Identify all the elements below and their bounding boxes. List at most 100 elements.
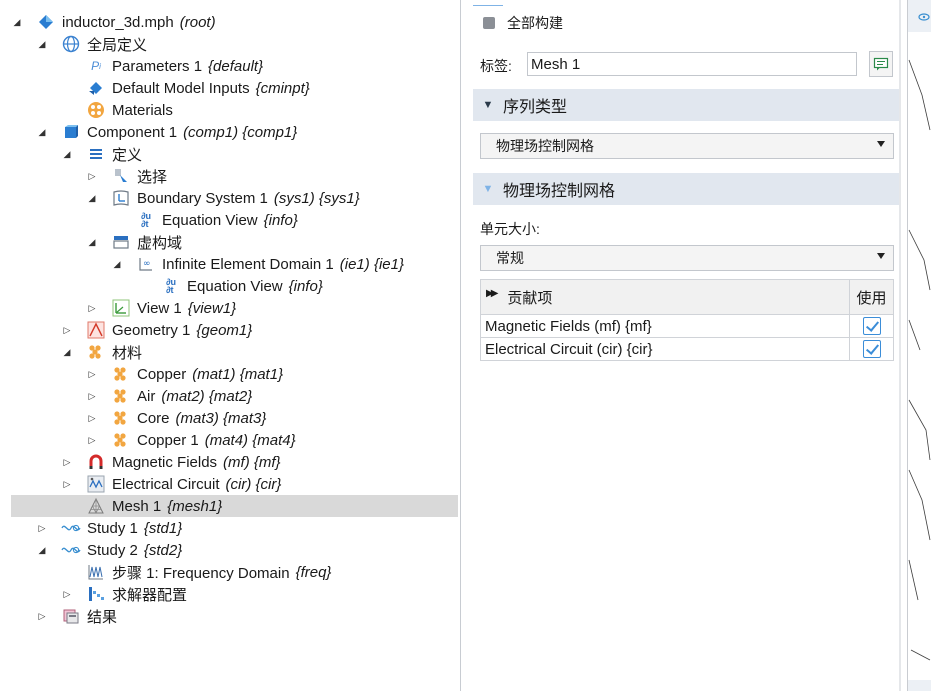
physics-mesh-section-header[interactable]: ▼ 物理场控制网格: [473, 173, 901, 205]
expand-icon[interactable]: ▷: [86, 302, 98, 314]
tree-node-mesh[interactable]: Mesh 1 {mesh1}: [11, 495, 458, 517]
use-checkbox[interactable]: [862, 340, 881, 359]
tree-node-view[interactable]: ▷ View 1 {view1}: [11, 297, 458, 319]
tree-node-study2[interactable]: ◢ Study 2 {std2}: [11, 539, 458, 561]
tree-label: Equation View: [162, 211, 258, 229]
fast-forward-icon: ▶▶: [486, 287, 499, 299]
equation-view-icon: ∂u ∂t: [166, 277, 176, 295]
tree-tag: {view1}: [187, 299, 237, 317]
collapse-icon[interactable]: ◢: [36, 38, 48, 50]
tree-node-materials[interactable]: ◢ 材料: [11, 341, 458, 363]
expand-icon[interactable]: ▷: [61, 456, 73, 468]
tree-label: Study 1: [87, 519, 138, 537]
collapse-icon[interactable]: ◢: [36, 126, 48, 138]
tree-tag: {cminpt}: [255, 79, 310, 97]
expand-icon[interactable]: ▷: [86, 170, 98, 182]
element-size-dropdown[interactable]: 常规: [480, 245, 894, 271]
collapse-icon[interactable]: ◢: [86, 192, 98, 204]
expand-icon[interactable]: ▷: [86, 390, 98, 402]
table-row[interactable]: Electrical Circuit (cir) {cir}: [480, 337, 894, 361]
collapse-icon[interactable]: ◢: [11, 16, 23, 28]
tree-node-mat4[interactable]: ▷ Copper 1 (mat4) {mat4}: [11, 429, 458, 451]
tree-node-materials-global[interactable]: Materials: [11, 99, 458, 121]
tree-node-electrical-circuit[interactable]: ▷ Electrical Circuit (cir) {cir}: [11, 473, 458, 495]
tree-label: Equation View: [187, 277, 283, 295]
tree-label: Study 2: [87, 541, 138, 559]
col-label: 使用: [856, 289, 887, 307]
tree-node-equation-view-1[interactable]: ∂u ∂t Equation View {info}: [11, 209, 458, 231]
table-row[interactable]: Magnetic Fields (mf) {mf}: [480, 314, 894, 338]
build-all-button[interactable]: 全部构建: [483, 12, 563, 34]
tree-node-virtual-domain[interactable]: ◢ 虚构域: [11, 231, 458, 253]
tree-node-solver-config[interactable]: ▷ 求解器配置: [11, 583, 458, 605]
tree-label: Air: [137, 387, 156, 405]
tree-node-geometry[interactable]: ▷ Geometry 1 {geom1}: [11, 319, 458, 341]
col-label: 贡献项: [507, 289, 553, 307]
model-builder-tree: ◢ inductor_3d.mph (root) ◢ 全局定义 Pi Param…: [0, 0, 461, 691]
label-field[interactable]: Mesh 1: [527, 52, 857, 76]
label-edit-icon: [873, 57, 889, 71]
tree-node-equation-view-2[interactable]: ∂u ∂t Equation View {info}: [11, 275, 458, 297]
tree-node-definitions[interactable]: ◢ 定义: [11, 143, 458, 165]
expand-icon[interactable]: ▷: [86, 368, 98, 380]
circuit-icon: [86, 474, 106, 494]
tree-label: Magnetic Fields: [112, 453, 218, 471]
build-all-label: 全部构建: [507, 15, 563, 31]
tree-node-component[interactable]: ◢ Component 1 (comp1) {comp1}: [11, 121, 458, 143]
tree-label: 定义: [112, 146, 143, 164]
tree-node-root[interactable]: ◢ inductor_3d.mph (root): [11, 11, 458, 33]
tree-node-default-model-inputs[interactable]: Default Model Inputs {cminpt}: [11, 77, 458, 99]
collapse-icon[interactable]: ◢: [111, 258, 123, 270]
collapse-icon[interactable]: ◢: [86, 236, 98, 248]
tree-node-boundary-system[interactable]: ◢ Boundary System 1 (sys1) {sys1}: [11, 187, 458, 209]
expand-icon[interactable]: ▷: [36, 522, 48, 534]
tree-label: 虚构域: [137, 234, 183, 252]
graphics-window[interactable]: [907, 0, 931, 691]
tree-node-infinite-element[interactable]: ◢ ∞ Infinite Element Domain 1 (ie1) {ie1…: [11, 253, 458, 275]
sequence-type-dropdown[interactable]: 物理场控制网格: [480, 133, 894, 159]
expand-icon[interactable]: ▷: [61, 478, 73, 490]
tree-node-mat2[interactable]: ▷ Air (mat2) {mat2}: [11, 385, 458, 407]
panel-scrollbar[interactable]: [899, 0, 901, 691]
model-inputs-icon: [86, 78, 106, 98]
col-use-header[interactable]: 使用: [849, 279, 894, 315]
geometry-icon: [86, 320, 106, 340]
tree-label: 结果: [87, 608, 118, 626]
collapse-icon[interactable]: ◢: [61, 346, 73, 358]
sequence-type-section-header[interactable]: ▼ 序列类型: [473, 89, 901, 121]
col-contributions-header[interactable]: ▶▶ 贡献项: [480, 279, 850, 315]
expand-icon[interactable]: ▷: [61, 588, 73, 600]
collapse-icon[interactable]: ◢: [36, 544, 48, 556]
use-checkbox[interactable]: [862, 317, 881, 336]
contributions-table: ▶▶ 贡献项 使用 Magnetic Fields (mf) {mf} Elect…: [480, 279, 894, 361]
collapse-icon[interactable]: ◢: [61, 148, 73, 160]
expand-icon[interactable]: ▷: [61, 324, 73, 336]
tree-label: Parameters 1: [112, 57, 203, 75]
tree-tag: {info}: [288, 277, 323, 295]
section-title: 物理场控制网格: [503, 183, 616, 200]
tree-label: Infinite Element Domain 1: [162, 255, 334, 273]
expand-icon[interactable]: ▷: [86, 434, 98, 446]
tree-node-magnetic-fields[interactable]: ▷ Magnetic Fields (mf) {mf}: [11, 451, 458, 473]
expand-icon[interactable]: ▷: [86, 412, 98, 424]
tree-node-step1[interactable]: 步骤 1: Frequency Domain {freq}: [11, 561, 458, 583]
tree-label: Materials: [112, 101, 173, 119]
tree-node-mat1[interactable]: ▷ Copper (mat1) {mat1}: [11, 363, 458, 385]
label-edit-button[interactable]: [869, 51, 893, 77]
definitions-icon: [86, 144, 106, 164]
results-icon: [61, 606, 81, 626]
tree-node-results[interactable]: ▷ 结果: [11, 605, 458, 627]
tree-label: Component 1: [87, 123, 178, 141]
tree-node-study1[interactable]: ▷ Study 1 {std1}: [11, 517, 458, 539]
dropdown-arrow-icon: [877, 141, 885, 147]
mesh-icon: [86, 496, 106, 516]
tree-node-parameters[interactable]: Pi Parameters 1 {default}: [11, 55, 458, 77]
tree-node-global-definitions[interactable]: ◢ 全局定义: [11, 33, 458, 55]
tree-tag: (comp1) {comp1}: [183, 123, 298, 141]
tree-label: Geometry 1: [112, 321, 191, 339]
tree-node-mat3[interactable]: ▷ Core (mat3) {mat3}: [11, 407, 458, 429]
selection-icon: [111, 166, 131, 186]
expand-icon[interactable]: ▷: [36, 610, 48, 622]
tree-tag: (ie1) {ie1}: [339, 255, 404, 273]
tree-node-selections[interactable]: ▷ 选择: [11, 165, 458, 187]
